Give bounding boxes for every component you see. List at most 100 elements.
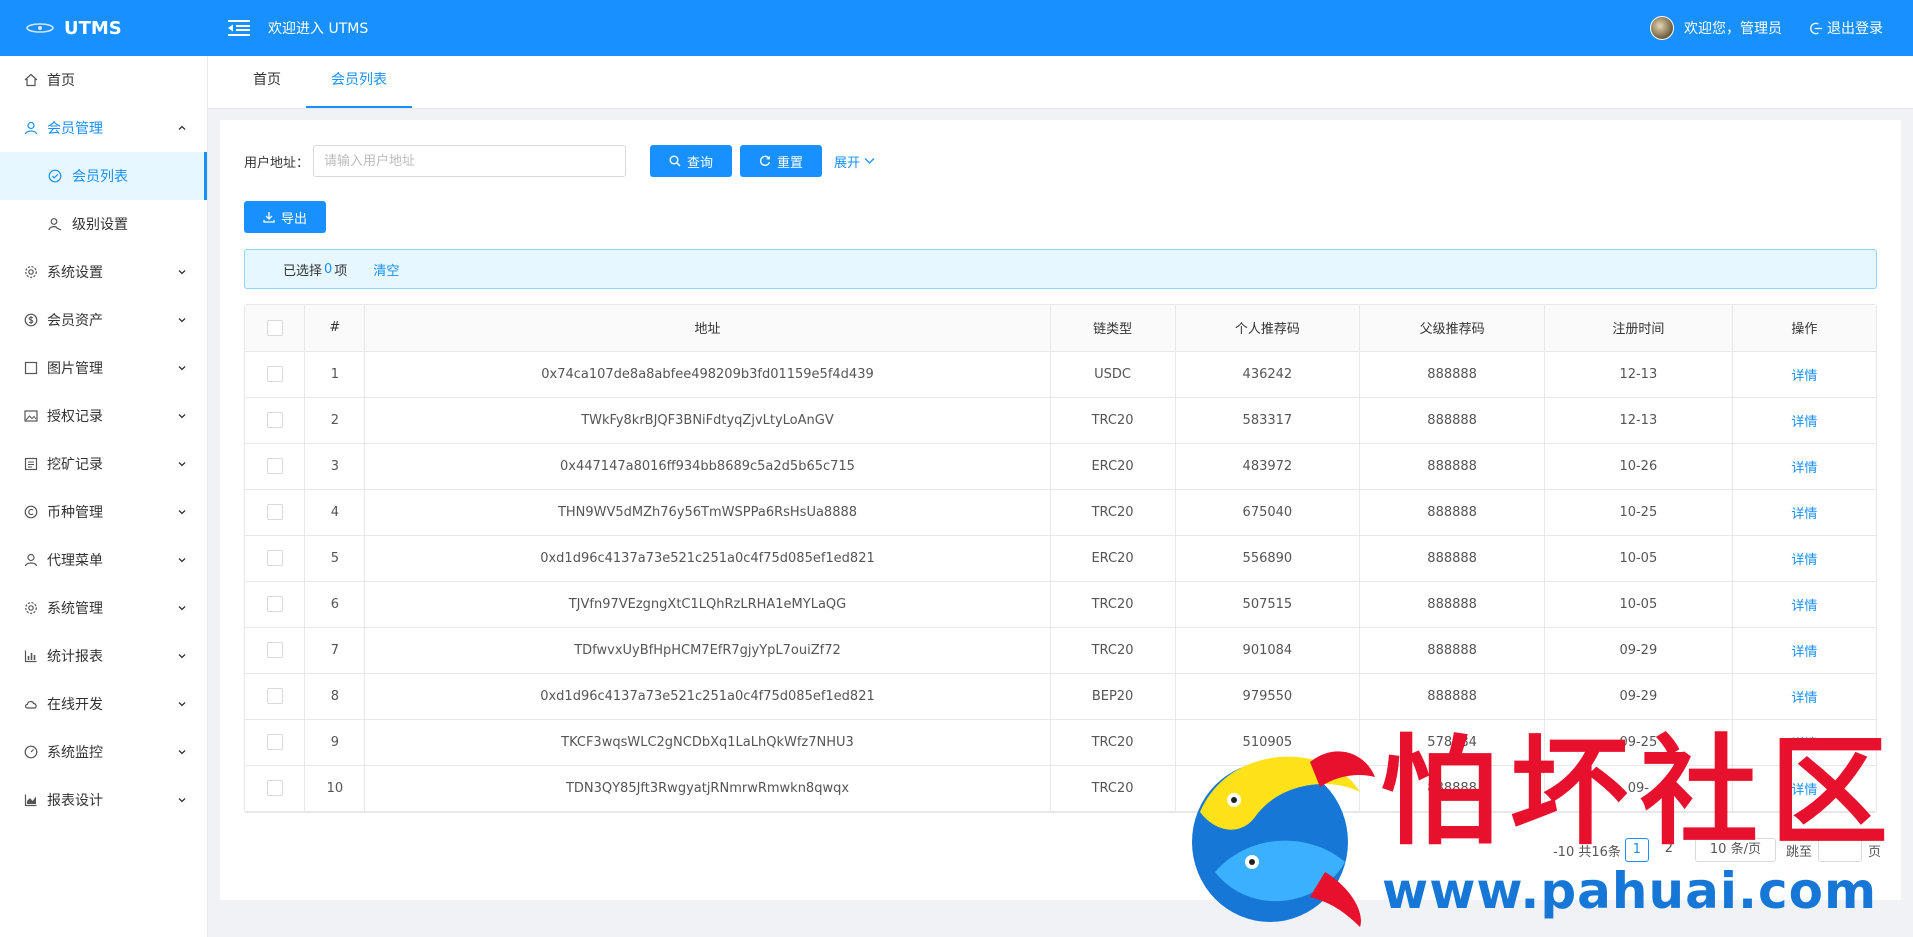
welcome-text: 欢迎进入 UTMS (268, 21, 369, 37)
row-select-cell (245, 397, 306, 444)
export-button[interactable]: 导出 (244, 201, 326, 233)
sidebar-item-home[interactable]: 首页 (0, 56, 207, 104)
sidebar-item-report-design[interactable]: 报表设计 (0, 776, 207, 824)
check-circle-icon (48, 169, 62, 183)
select-all-checkbox[interactable] (266, 319, 283, 336)
table-row: 3 0x447147a8016ff934bb8689c5a2d5b65c715 … (245, 443, 1876, 490)
chevron-down-icon (178, 558, 186, 563)
sidebar-item-currency-mgmt[interactable]: 币种管理 (0, 488, 207, 536)
sidebar-item-label: 挖矿记录 (47, 457, 103, 473)
header-parent-code: 父级推荐码 (1359, 305, 1545, 352)
cell-index: 1 (304, 351, 366, 398)
row-checkbox[interactable] (266, 366, 283, 382)
cell-ref-code: 483972 (1175, 443, 1361, 490)
cell-ref-code: 901084 (1175, 627, 1361, 674)
cell-index: 5 (304, 535, 366, 582)
header-address: 地址 (364, 305, 1051, 352)
table-row: 4 THN9WV5dMZh76y56TmWSPPa6RsHsUa8888 TRC… (245, 489, 1876, 536)
row-checkbox[interactable] (266, 688, 283, 704)
query-button[interactable]: 查询 (650, 145, 733, 177)
user-icon (24, 121, 38, 135)
cell-index: 10 (304, 765, 366, 812)
detail-link[interactable]: 详情 (1791, 369, 1817, 384)
gear-icon (25, 266, 37, 278)
table-row: 6 TJVfn97VEzgngXtC1LQhRzLRHA1eMYLaQG TRC… (245, 581, 1876, 628)
avatar[interactable] (1650, 16, 1674, 40)
logo-icon (26, 23, 54, 33)
sidebar-item-level-settings[interactable]: 级别设置 (0, 200, 207, 248)
cell-index: 8 (304, 673, 366, 720)
tab-member-list[interactable]: 会员列表 (306, 55, 412, 108)
row-checkbox[interactable] (266, 780, 283, 796)
row-checkbox[interactable] (266, 596, 283, 612)
cell-action: 详情 (1732, 443, 1876, 490)
chevron-down-icon (178, 414, 186, 419)
detail-link[interactable]: 详情 (1791, 645, 1817, 660)
cell-reg-time: 10-26 (1544, 443, 1733, 490)
chevron-down-icon (178, 462, 186, 467)
cell-address: THN9WV5dMZh76y56TmWSPPa6RsHsUa8888 (364, 489, 1051, 536)
selection-prefix: 已选择 (283, 263, 323, 279)
sidebar-item-label: 在线开发 (47, 697, 103, 713)
clear-selection-link[interactable]: 清空 (373, 260, 399, 279)
header-ref-code: 个人推荐码 (1175, 305, 1361, 352)
expand-toggle[interactable]: 展开 (834, 152, 875, 171)
detail-link[interactable]: 详情 (1791, 553, 1817, 568)
cell-chain: ERC20 (1050, 443, 1176, 490)
logout-icon (1810, 22, 1823, 34)
sidebar-item-system-mgmt[interactable]: 系统管理 (0, 584, 207, 632)
sidebar-item-online-dev[interactable]: 在线开发 (0, 680, 207, 728)
square-icon (24, 361, 38, 375)
cell-index: 4 (304, 489, 366, 536)
reset-button[interactable]: 重置 (740, 145, 823, 177)
sidebar-item-label: 会员列表 (72, 169, 128, 185)
page-tabs: 首页 会员列表 (208, 56, 1913, 109)
cell-parent-code: 888888 (1359, 489, 1545, 536)
watermark-url: www.pahuai.com (1382, 862, 1878, 920)
query-label: 查询 (687, 155, 714, 171)
detail-link[interactable]: 详情 (1791, 415, 1817, 430)
row-select-cell (245, 581, 306, 628)
detail-link[interactable]: 详情 (1791, 461, 1817, 476)
cell-parent-code: 888888 (1359, 673, 1545, 720)
row-checkbox[interactable] (266, 642, 283, 658)
cell-address: TWkFy8krBJQF3BNiFdtyqZjvLtyLoAnGV (364, 397, 1051, 444)
cell-parent-code: 888888 (1359, 351, 1545, 398)
area-chart-icon (24, 794, 37, 807)
sidebar-item-agent-menu[interactable]: 代理菜单 (0, 536, 207, 584)
reload-icon (759, 155, 771, 166)
chevron-down-icon (178, 366, 186, 371)
sidebar-item-label: 币种管理 (47, 505, 103, 521)
select-all-cell (245, 305, 306, 352)
logo[interactable]: UTMS (0, 18, 208, 39)
row-checkbox[interactable] (266, 504, 283, 520)
row-checkbox[interactable] (266, 550, 283, 566)
sidebar-item-image-mgmt[interactable]: 图片管理 (0, 344, 207, 392)
table-header-row: # 地址 链类型 个人推荐码 父级推荐码 注册时间 操作 (245, 305, 1876, 352)
menu-fold-icon[interactable] (228, 19, 250, 37)
tab-home[interactable]: 首页 (228, 55, 306, 108)
sidebar-item-system-settings[interactable]: 系统设置 (0, 248, 207, 296)
sidebar-item-member-mgmt[interactable]: 会员管理 (0, 104, 207, 152)
detail-link[interactable]: 详情 (1791, 507, 1817, 522)
sidebar-item-mining-records[interactable]: 挖矿记录 (0, 440, 207, 488)
table-row: 8 0xd1d96c4137a73e521c251a0c4f75d085ef1e… (245, 673, 1876, 720)
row-checkbox[interactable] (266, 458, 283, 474)
address-search-input[interactable] (313, 145, 627, 177)
cell-chain: BEP20 (1050, 673, 1176, 720)
user-greeting[interactable]: 欢迎您，管理员 (1684, 18, 1782, 38)
detail-link[interactable]: 详情 (1791, 599, 1817, 614)
logout-button[interactable]: 退出登录 (1810, 18, 1883, 38)
sidebar-item-monitoring[interactable]: 系统监控 (0, 728, 207, 776)
cell-index: 2 (304, 397, 366, 444)
cell-action: 详情 (1732, 351, 1876, 398)
row-checkbox[interactable] (266, 734, 283, 750)
detail-link[interactable]: 详情 (1791, 691, 1817, 706)
sidebar-item-member-assets[interactable]: 会员资产 (0, 296, 207, 344)
row-select-cell (245, 351, 306, 398)
sidebar-item-member-list[interactable]: 会员列表 (0, 152, 207, 200)
row-checkbox[interactable] (266, 412, 283, 428)
sidebar-item-auth-records[interactable]: 授权记录 (0, 392, 207, 440)
sidebar-item-label: 系统监控 (47, 745, 103, 761)
sidebar-item-statistics[interactable]: 统计报表 (0, 632, 207, 680)
